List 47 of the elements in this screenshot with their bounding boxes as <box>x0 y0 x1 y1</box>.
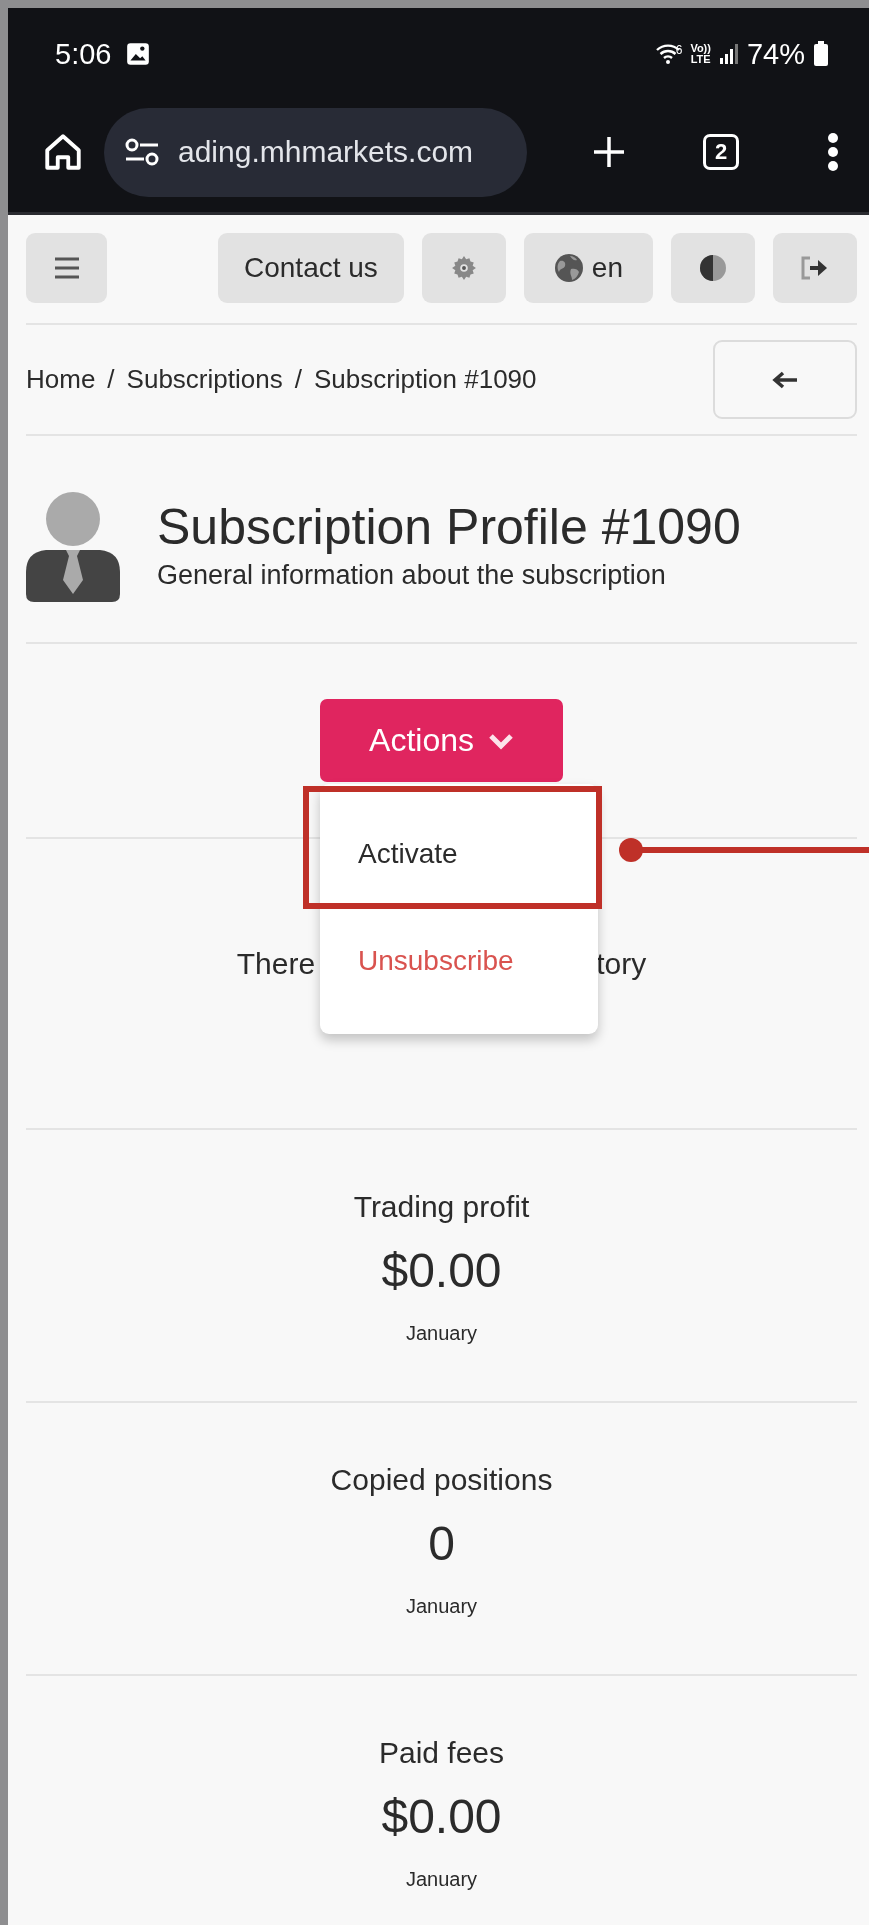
breadcrumb-link[interactable]: Home <box>26 364 96 395</box>
stat-value: $0.00 <box>381 1789 502 1845</box>
plus-icon[interactable] <box>591 134 627 170</box>
stat-label: Trading profit <box>353 1189 530 1225</box>
stat-label: Copied positions <box>330 1462 553 1498</box>
home-icon[interactable] <box>42 131 84 173</box>
message-text: There <box>236 946 316 982</box>
stat-period: January <box>405 1594 478 1618</box>
stat-label: Paid fees <box>378 1735 505 1771</box>
signal-icon <box>718 43 739 65</box>
contrast-icon <box>698 253 728 283</box>
profile-title: Subscription Profile #1090 <box>157 499 741 555</box>
network-label: Vo)) <box>690 43 711 54</box>
settings-button[interactable] <box>421 233 506 303</box>
stat-period: January <box>405 1321 478 1345</box>
menu-icon <box>52 256 81 280</box>
stat-value: 0 <box>428 1516 455 1572</box>
globe-icon <box>553 253 584 283</box>
tab-count[interactable]: 2 <box>703 134 739 170</box>
more-icon[interactable] <box>827 132 839 172</box>
avatar-icon <box>26 492 120 602</box>
message-text: tory <box>596 946 647 982</box>
settings-icon <box>450 255 477 281</box>
battery-percent: 74% <box>746 37 805 71</box>
address-bar[interactable]: ading.mhmarkets.com <box>104 107 527 197</box>
chevron-icon <box>487 731 514 750</box>
menu-item[interactable]: Activate <box>320 800 598 907</box>
actions-button[interactable]: Actions <box>320 699 563 782</box>
breadcrumb-separator: / <box>294 364 302 395</box>
menu-item[interactable]: Unsubscribe <box>320 907 598 1014</box>
tune-icon[interactable] <box>124 137 160 167</box>
breadcrumb-current: Subscription #1090 <box>313 364 537 395</box>
breadcrumb-link[interactable]: Subscriptions <box>126 364 283 395</box>
stat-period: January <box>405 1867 478 1891</box>
network-label: LTE <box>690 54 711 65</box>
profile-subtitle: General information about the subscription <box>157 559 667 592</box>
breadcrumb-separator: / <box>107 364 115 395</box>
wifi-icon <box>655 43 680 65</box>
theme-button[interactable] <box>671 233 755 303</box>
status-time: 5:06 <box>55 37 112 71</box>
gallery-icon <box>125 41 152 67</box>
stat-value: $0.00 <box>381 1243 502 1299</box>
menu-button[interactable] <box>26 233 107 303</box>
contact-button[interactable]: Contact us <box>218 233 404 303</box>
arrow-left-icon <box>771 369 799 390</box>
battery-icon <box>813 41 829 67</box>
language-button[interactable]: en <box>523 233 653 303</box>
